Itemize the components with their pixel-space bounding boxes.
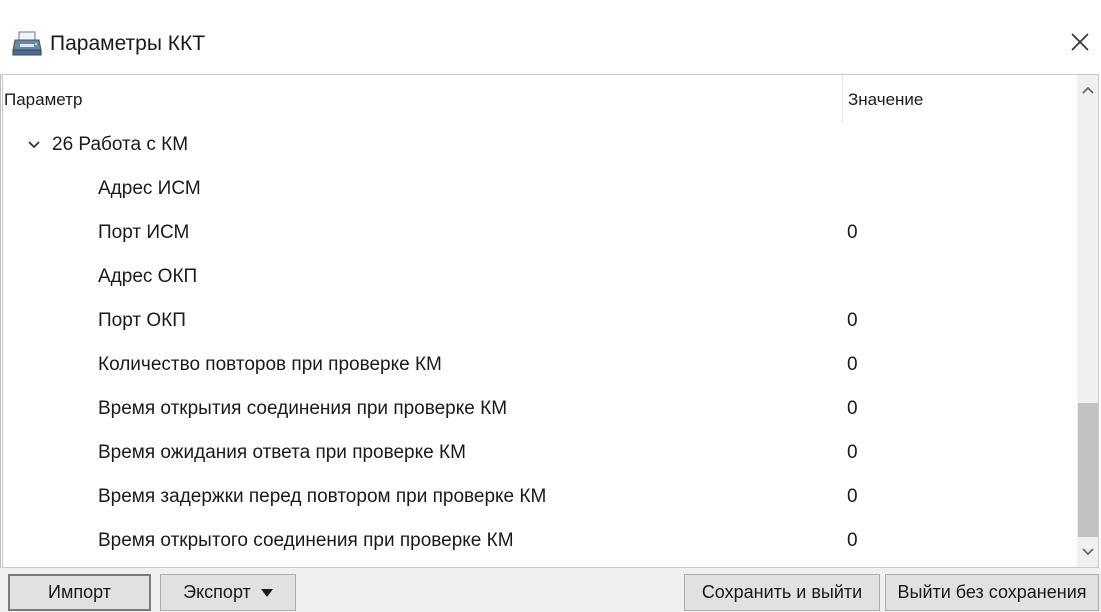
import-button[interactable]: Импорт	[8, 574, 151, 611]
export-button[interactable]: Экспорт	[160, 574, 296, 611]
scrollbar-thumb[interactable]	[1078, 403, 1098, 537]
row-value[interactable]: 0	[847, 221, 858, 245]
column-header-value[interactable]: Значение	[848, 89, 923, 111]
kkt-parameters-window: Параметры ККТ Параметр Значение 26 Работ…	[0, 0, 1101, 612]
group-row[interactable]: 26 Работа с КМ	[3, 123, 1077, 167]
row-value[interactable]: 0	[847, 353, 858, 377]
row-value[interactable]: 0	[847, 397, 858, 421]
table-row[interactable]: Адрес ИСМ	[3, 167, 1077, 211]
dropdown-arrow-icon	[260, 588, 273, 597]
table-row[interactable]: Время открытого соединения при проверке …	[3, 519, 1077, 563]
row-value[interactable]: 0	[847, 485, 858, 509]
scroll-up-button[interactable]	[1077, 75, 1098, 105]
grid-header: Параметр Значение	[3, 75, 1077, 123]
scroll-down-button[interactable]	[1077, 537, 1098, 567]
window-border	[0, 0, 1, 612]
column-header-parameter[interactable]: Параметр	[4, 89, 82, 111]
export-label: Экспорт	[183, 582, 251, 602]
button-bar: Импорт Экспорт Сохранить и выйти Выйти б…	[0, 568, 1101, 612]
row-label: Адрес ИСМ	[98, 178, 201, 199]
table-row[interactable]: Время ожидания ответа при проверке КМ 0	[3, 431, 1077, 475]
table-row[interactable]: Количество повторов при проверке КМ 0	[3, 343, 1077, 387]
table-row[interactable]: Порт ОКП 0	[3, 299, 1077, 343]
group-label: 26 Работа с КМ	[52, 134, 189, 155]
row-value[interactable]: 0	[847, 309, 858, 333]
table-row[interactable]: Время задержки перед повтором при провер…	[3, 475, 1077, 519]
close-button[interactable]	[1060, 24, 1100, 64]
row-label: Время открытия соединения при проверке К…	[98, 398, 508, 419]
table-row[interactable]: Время открытия соединения при проверке К…	[3, 387, 1077, 431]
row-label: Порт ИСМ	[98, 222, 190, 243]
row-value[interactable]: 0	[847, 529, 858, 553]
row-value[interactable]: 0	[847, 441, 858, 465]
parameters-grid[interactable]: Параметр Значение 26 Работа с КМ Адрес И…	[2, 74, 1099, 568]
table-row[interactable]: Порт ИСМ 0	[3, 211, 1077, 255]
row-label: Количество повторов при проверке КМ	[98, 354, 442, 375]
row-label: Время задержки перед повтором при провер…	[98, 486, 547, 507]
printer-icon	[12, 31, 42, 57]
chevron-up-icon	[1082, 81, 1094, 99]
row-label: Время ожидания ответа при проверке КМ	[98, 442, 466, 463]
chevron-down-icon	[1082, 543, 1094, 561]
column-divider[interactable]	[842, 75, 843, 123]
exit-without-saving-button[interactable]: Выйти без сохранения	[885, 574, 1099, 611]
vertical-scrollbar[interactable]	[1077, 75, 1098, 567]
save-and-exit-button[interactable]: Сохранить и выйти	[684, 574, 880, 611]
table-row[interactable]: Адрес ОКП	[3, 255, 1077, 299]
chevron-down-icon[interactable]	[27, 138, 41, 152]
window-title: Параметры ККТ	[50, 32, 206, 55]
row-label: Порт ОКП	[98, 310, 186, 331]
close-icon	[1070, 32, 1090, 57]
row-label: Адрес ОКП	[98, 266, 198, 287]
row-label: Время открытого соединения при проверке …	[98, 530, 514, 551]
title-bar[interactable]: Параметры ККТ	[0, 0, 1101, 74]
